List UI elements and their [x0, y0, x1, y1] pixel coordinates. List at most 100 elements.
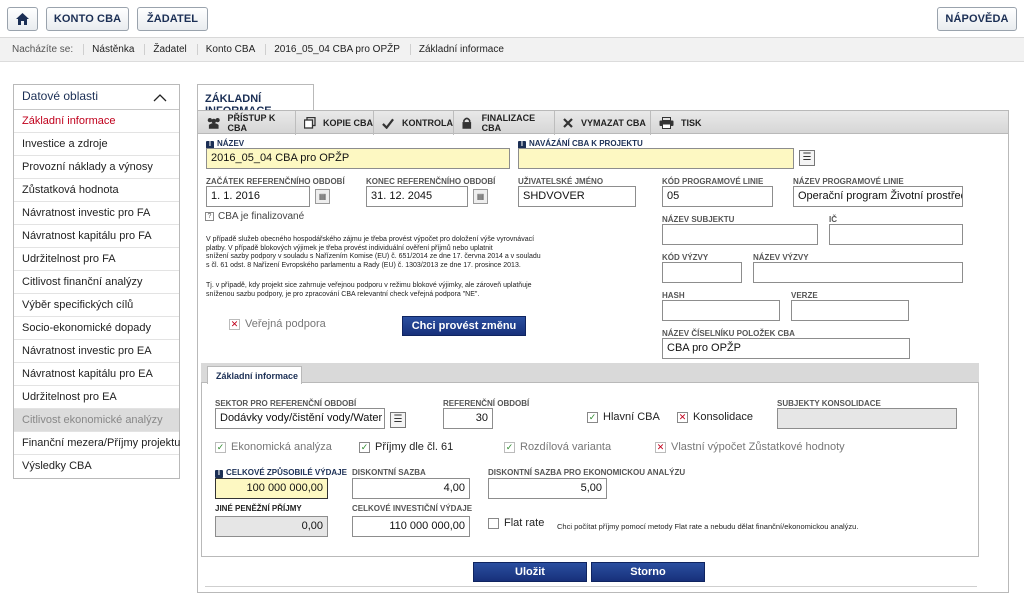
sidebar-item-navratnost-investic-ea[interactable]: Návratnost investic pro EA [14, 340, 179, 363]
sidebar-item-zakladni-informace[interactable]: Základní informace [14, 110, 179, 133]
ic-input [829, 224, 963, 245]
sidebar-item-vyber-cilu[interactable]: Výběr specifických cílů [14, 294, 179, 317]
nazev-linie-input: Operační program Životní prostředí [793, 186, 963, 207]
ref-obdobi-label: REFERENČNÍ OBDOBÍ [443, 399, 530, 408]
sidebar-item-citlivost-fa[interactable]: Citlivost finanční analýzy [14, 271, 179, 294]
vlastni-vypocet-checkbox: ✕ Vlastní výpočet Zůstatkové hodnoty [655, 441, 845, 453]
rozdilova-checkbox: ✓ Rozdílová varianta [504, 441, 612, 453]
finalizace-cba-button[interactable]: FINALIZACE CBA [454, 111, 555, 135]
finalizovane-indicator: ? CBA je finalizované [205, 211, 304, 222]
subjekty-input [777, 408, 957, 429]
check-icon: ✓ [215, 441, 226, 453]
kontrola-button[interactable]: KONTROLA [374, 111, 454, 135]
navazani-input[interactable] [518, 148, 794, 169]
celkove-inv-input[interactable]: 110 000 000,00 [352, 516, 470, 537]
sektor-input[interactable]: Dodávky vody/čistění vody/Water su... [215, 408, 385, 429]
kod-linie-input: 05 [662, 186, 773, 207]
sidebar-item-navratnost-kapitalu-ea[interactable]: Návratnost kapitálu pro EA [14, 363, 179, 386]
ulozit-button[interactable]: Uložit [473, 562, 587, 582]
home-icon [16, 13, 29, 25]
verze-label: VERZE [791, 291, 818, 300]
kopie-cba-button[interactable]: KOPIE CBA [296, 111, 374, 135]
zacatek-input[interactable]: 1. 1. 2016 [206, 186, 310, 207]
sidebar: Datové oblasti Základní informace Invest… [13, 84, 180, 479]
ic-label: IČ [829, 215, 837, 224]
ref-obdobi-input[interactable]: 30 [443, 408, 493, 429]
konec-label: KONEC REFERENČNÍHO OBDOBÍ [366, 177, 496, 186]
sidebar-title: Datové oblasti [22, 89, 99, 103]
verejna-podpora-checkbox: ✕ Veřejná podpora [229, 318, 326, 330]
hlavni-cba-checkbox[interactable]: ✓ Hlavní CBA [587, 411, 660, 423]
breadcrumb-item[interactable]: Konto CBA [198, 44, 267, 55]
check-icon [382, 118, 394, 129]
uzivatel-label: UŽIVATELSKÉ JMÉNO [518, 177, 604, 186]
sidebar-item-navratnost-investic-fa[interactable]: Návratnost investic pro FA [14, 202, 179, 225]
list-icon[interactable]: ☰ [390, 412, 406, 428]
users-icon [207, 117, 220, 129]
zadatel-button[interactable]: ŽADATEL [137, 7, 208, 31]
vymazat-cba-button[interactable]: VYMAZAT CBA [555, 111, 651, 135]
list-icon[interactable]: ☰ [799, 150, 815, 166]
diskontni-ea-label: DISKONTNÍ SAZBA PRO EKONOMICKOU ANALÝZU [488, 468, 686, 477]
celkove-inv-label: CELKOVÉ INVESTIČNÍ VÝDAJE [352, 504, 473, 513]
sektor-label: SEKTOR PRO REFERENČNÍ OBDOBÍ [215, 399, 357, 408]
nazev-linie-label: NÁZEV PROGRAMOVÉ LINIE [793, 177, 904, 186]
tisk-button[interactable]: TISK [651, 111, 703, 135]
konsolidace-checkbox[interactable]: ✕ Konsolidace [677, 411, 753, 423]
konto-cba-button[interactable]: KONTO CBA [46, 7, 129, 31]
print-icon [659, 117, 674, 129]
calendar-icon[interactable]: ▦ [473, 189, 488, 204]
check-icon: ✓ [587, 411, 598, 423]
sidebar-item-provozni-naklady[interactable]: Provozní náklady a výnosy [14, 156, 179, 179]
flat-rate-note: Chci počítat příjmy pomocí metody Flat r… [557, 522, 859, 531]
sidebar-item-zustatkova-hodnota[interactable]: Zůstatková hodnota [14, 179, 179, 202]
breadcrumb-item[interactable]: 2016_05_04 CBA pro OPŽP [266, 44, 411, 55]
diskontni-input[interactable]: 4,00 [352, 478, 470, 499]
finalizace-label: FINALIZACE CBA [481, 113, 536, 133]
home-button[interactable] [7, 7, 38, 31]
tab-zakladni-informace[interactable]: ZÁKLADNÍ INFORMACE [197, 84, 314, 117]
nazev-vyzvy-input [753, 262, 963, 283]
konec-input[interactable]: 31. 12. 2045 [366, 186, 468, 207]
delete-x-icon [563, 118, 573, 128]
zmena-button[interactable]: Chci provést změnu [402, 316, 526, 336]
sidebar-header[interactable]: Datové oblasti [14, 85, 179, 110]
chevron-up-icon [153, 94, 167, 102]
storno-button[interactable]: Storno [591, 562, 705, 582]
breadcrumb-item[interactable]: Nástěnka [84, 44, 146, 55]
breadcrumb-item[interactable]: Žadatel [145, 44, 198, 55]
sidebar-item-socio-ekonomicke[interactable]: Socio-ekonomické dopady [14, 317, 179, 340]
sidebar-item-vysledky[interactable]: Výsledky CBA [14, 455, 179, 478]
sidebar-item-investice[interactable]: Investice a zdroje [14, 133, 179, 156]
jine-label: JINÉ PENĚŽNÍ PŘÍJMY [215, 504, 302, 513]
calendar-icon[interactable]: ▦ [315, 189, 330, 204]
nazev-vyzvy-label: NÁZEV VÝZVY [753, 253, 809, 262]
sub-tab-zakladni-informace[interactable]: Základní informace [207, 366, 302, 384]
copy-icon [304, 117, 316, 129]
x-icon: ✕ [229, 318, 240, 330]
top-bar: KONTO CBA ŽADATEL NÁPOVĚDA [0, 0, 1024, 38]
jine-input: 0,00 [215, 516, 328, 537]
verze-input [791, 300, 909, 321]
prijmy-checkbox[interactable]: ✓ Příjmy dle čl. 61 [359, 441, 453, 453]
sidebar-item-udrzitelnost-ea[interactable]: Udržitelnost pro EA [14, 386, 179, 409]
pristup-cba-button[interactable]: PŘÍSTUP K CBA [198, 111, 296, 135]
kopie-label: KOPIE CBA [323, 118, 374, 128]
sidebar-item-udrzitelnost-fa[interactable]: Udržitelnost pro FA [14, 248, 179, 271]
celkove-input[interactable]: 100 000 000,00 [215, 478, 328, 499]
question-icon: ? [205, 212, 214, 221]
flat-rate-checkbox[interactable]: Flat rate [488, 517, 544, 529]
sidebar-item-navratnost-kapitalu-fa[interactable]: Návratnost kapitálu pro FA [14, 225, 179, 248]
uzivatel-input: SHDVOVER [518, 186, 636, 207]
diskontni-ea-input[interactable]: 5,00 [488, 478, 607, 499]
note-blokova-vyjimka: Tj. v případě, kdy projekt sice zahrnuje… [206, 282, 532, 298]
zacatek-label: ZAČÁTEK REFERENČNÍHO OBDOBÍ [206, 177, 345, 186]
sidebar-item-financni-mezera[interactable]: Finanční mezera/Příjmy projektu [14, 432, 180, 455]
nazev-input[interactable]: 2016_05_04 CBA pro OPŽP [206, 148, 510, 169]
kod-linie-label: KÓD PROGRAMOVÉ LINIE [662, 177, 764, 186]
nazev-subjektu-input [662, 224, 818, 245]
toolbar: PŘÍSTUP K CBA KOPIE CBA KONTROLA FINALIZ… [197, 110, 1009, 135]
note-obecny-zajem: V případě služeb obecného hospodářského … [206, 236, 541, 269]
napoveda-button[interactable]: NÁPOVĚDA [937, 7, 1017, 31]
divider [205, 586, 977, 587]
